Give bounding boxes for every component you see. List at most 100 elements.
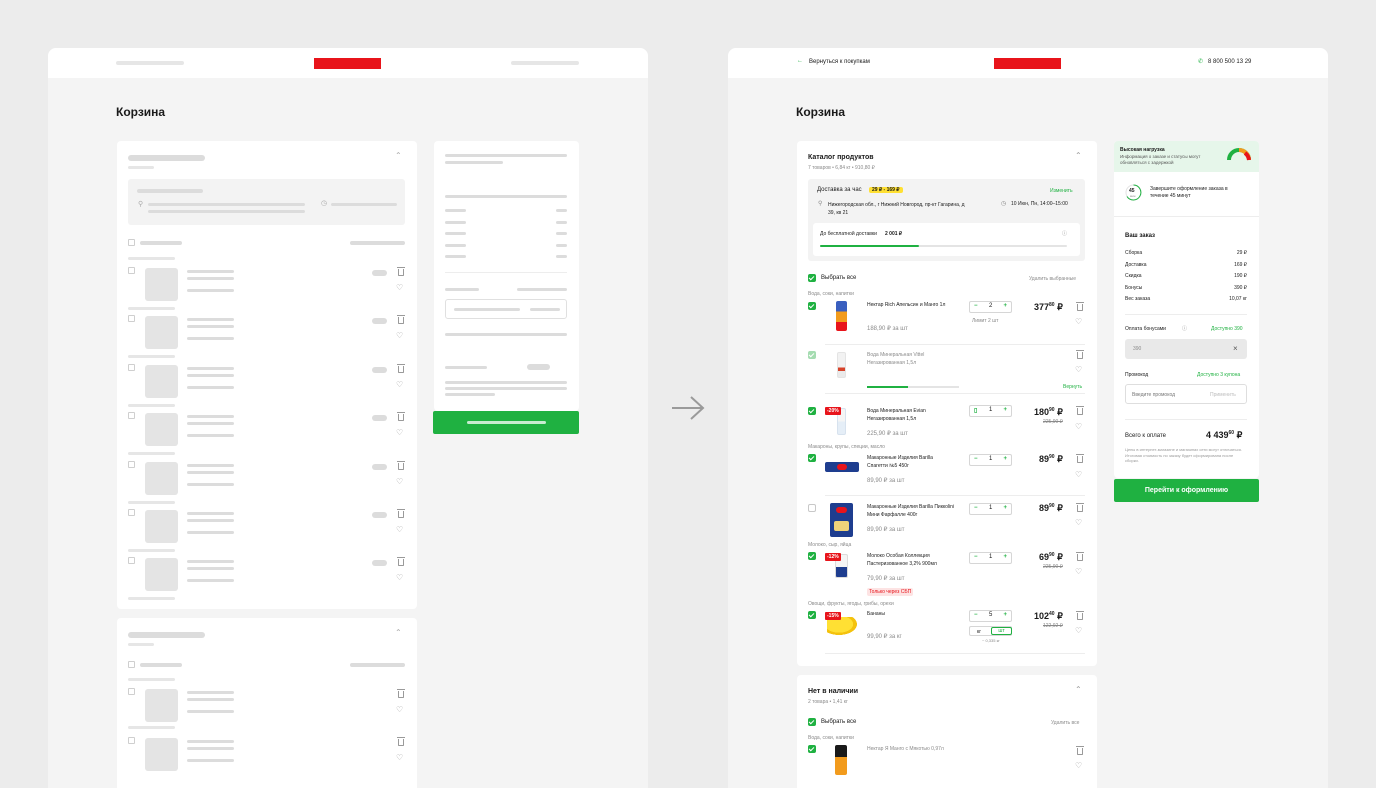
quantity-stepper[interactable]: −1 + — [969, 503, 1012, 515]
item-checkbox[interactable] — [808, 504, 816, 512]
free-delivery-amount: 2 001 ₽ — [885, 231, 903, 237]
restore-progress — [867, 386, 959, 388]
favorite-icon[interactable]: ♡ — [1075, 318, 1082, 326]
delete-icon[interactable] — [1076, 552, 1084, 561]
delete-icon[interactable] — [1076, 350, 1084, 359]
item-name[interactable]: Макаронные Изделия Barilla Пиккolini Мин… — [867, 503, 962, 519]
item-price: 8990 ₽ — [1039, 503, 1063, 513]
wireframe-checkout-button[interactable] — [433, 411, 579, 434]
logo[interactable] — [994, 58, 1061, 69]
item-unit-price: 79,90 ₽ за шт — [867, 576, 905, 582]
load-title: Высокая нагрузка — [1120, 147, 1165, 153]
delete-icon[interactable] — [1076, 302, 1084, 311]
item-checkbox[interactable] — [808, 745, 816, 753]
phone-icon: ✆ — [1198, 59, 1204, 65]
catalog-title: Каталог продуктов — [808, 154, 874, 161]
unit-pcs-option[interactable]: шт — [991, 627, 1012, 635]
collapse-chevron-icon[interactable]: ⌃ — [1075, 685, 1082, 694]
delivery-time: 10 Июн, Пн, 14:00–15:00 — [1011, 201, 1068, 207]
item-price: 6990 ₽ — [1039, 552, 1063, 562]
info-icon[interactable]: ⓘ — [1062, 230, 1067, 237]
total-label: Всего к оплате — [1125, 433, 1167, 439]
wireframe-mockup: Корзина ⌃ ⚲ ◷ ♡ ♡ ♡ ♡ ♡ ♡ ♡ ⌃ ♡ ♡ — [48, 48, 648, 788]
quantity-stepper[interactable]: −2 + — [969, 301, 1012, 313]
item-checkbox[interactable] — [808, 407, 816, 415]
checkout-button[interactable]: Перейти к оформлению — [1114, 479, 1259, 502]
catalog-meta: 7 товаров • 6,84 кг • 910,80 ₽ — [808, 165, 875, 171]
catalog-card: Каталог продуктов 7 товаров • 6,84 кг • … — [797, 141, 1097, 666]
favorite-icon[interactable]: ♡ — [1075, 568, 1082, 576]
favorite-icon[interactable]: ♡ — [1075, 519, 1082, 527]
quantity-stepper[interactable]: −5 + — [969, 610, 1012, 622]
item-name[interactable]: Бананы — [867, 611, 885, 617]
promo-available[interactable]: Доступно 3 купона — [1197, 372, 1240, 378]
weight-note: ~ 0,335 кг — [982, 638, 1000, 643]
product-image[interactable] — [825, 462, 859, 472]
discount-badge: -12% — [825, 553, 841, 561]
product-image[interactable] — [836, 301, 847, 331]
item-price: 10240 ₽ — [1034, 611, 1063, 621]
favorite-icon[interactable]: ♡ — [1075, 627, 1082, 635]
info-icon[interactable]: ⓘ — [1182, 325, 1187, 332]
summary-row-label: Скидка — [1125, 273, 1142, 279]
back-link[interactable]: Вернуться к покупкам — [809, 59, 870, 65]
item-name: Нектар Я Манго с Мякотью 0,97л — [867, 746, 944, 752]
summary-row-value: 10,07 кг — [1229, 296, 1247, 302]
select-all-checkbox[interactable] — [808, 274, 816, 282]
product-image[interactable] — [830, 503, 853, 537]
item-name[interactable]: Нектар Rich Апельсин и Манго 1л — [867, 302, 945, 308]
order-title: Ваш заказ — [1125, 233, 1155, 239]
item-unit-price: 89,90 ₽ за шт — [867, 478, 905, 484]
delete-icon[interactable] — [1076, 611, 1084, 620]
unit-toggle[interactable]: кг шт — [969, 626, 1012, 636]
item-name[interactable]: Вода Минеральная Evian Негазированная 1,… — [867, 407, 949, 423]
promo-input[interactable]: Введите промокод Применить — [1125, 384, 1247, 404]
change-delivery-link[interactable]: Изменить — [1050, 188, 1073, 194]
delete-icon[interactable] — [1076, 746, 1084, 755]
logo-placeholder — [314, 58, 381, 69]
delivery-block: Доставка за час 29 ₽ - 169 ₽ Изменить ⚲ … — [808, 179, 1085, 261]
back-arrow-icon[interactable]: ← — [797, 58, 803, 64]
favorite-icon[interactable]: ♡ — [1075, 423, 1082, 431]
delete-icon[interactable] — [1076, 503, 1084, 512]
phone-number[interactable]: 8 800 500 13 29 — [1208, 59, 1251, 65]
item-checkbox[interactable] — [808, 552, 816, 560]
category-label: Молоко, сыр, яйца — [808, 542, 852, 548]
quantity-stepper[interactable]: ▯ 1 + — [969, 405, 1012, 417]
chevron-up-icon[interactable]: ⌃ — [395, 151, 402, 160]
delete-icon[interactable] — [1076, 454, 1084, 463]
category-label: Вода, соки, напитки — [808, 291, 854, 297]
promo-apply-button[interactable]: Применить — [1210, 392, 1236, 398]
item-checkbox[interactable] — [808, 302, 816, 310]
favorite-icon[interactable]: ♡ — [1075, 762, 1082, 770]
unit-kg-option[interactable]: кг — [977, 629, 981, 635]
oos-title: Нет в наличии — [808, 688, 859, 695]
quantity-stepper[interactable]: −1 + — [969, 454, 1012, 466]
wireframe-list-item: ♡ — [117, 411, 417, 459]
item-name[interactable]: Молоко Особая Коллекция Пастеризованное … — [867, 552, 957, 568]
item-checkbox[interactable] — [808, 454, 816, 462]
item-price: 8990 ₽ — [1039, 454, 1063, 464]
discount-badge: -20% — [825, 407, 841, 415]
item-checkbox[interactable] — [808, 351, 816, 359]
quantity-stepper[interactable]: −1 + — [969, 552, 1012, 564]
wireframe-summary-card — [434, 141, 579, 411]
favorite-icon[interactable]: ♡ — [1075, 366, 1082, 374]
item-name[interactable]: Макаронные Изделия Barilla Спагетти №5 4… — [867, 454, 949, 470]
oos-select-all-checkbox[interactable] — [808, 718, 816, 726]
delete-selected-link[interactable]: Удалить выбранные — [1029, 276, 1076, 282]
collapse-chevron-icon[interactable]: ⌃ — [1075, 151, 1082, 160]
delete-icon[interactable] — [1076, 406, 1084, 415]
page-title: Корзина — [796, 105, 846, 119]
free-delivery-progress — [820, 245, 1067, 247]
item-checkbox[interactable] — [808, 611, 816, 619]
oos-delete-all-link[interactable]: Удалить все — [1051, 720, 1079, 726]
bonus-input[interactable]: 390 × — [1125, 339, 1247, 359]
favorite-icon[interactable]: ♡ — [1075, 471, 1082, 479]
clear-icon[interactable]: × — [1233, 344, 1238, 353]
summary-row-value: 390 ₽ — [1234, 284, 1247, 291]
category-label: Вода, соки, напитки — [808, 735, 854, 741]
restore-link[interactable]: Вернуть — [1063, 384, 1082, 390]
summary-row-value: 169 ₽ — [1234, 261, 1247, 268]
wireframe-list-item: ♡ — [117, 266, 417, 314]
